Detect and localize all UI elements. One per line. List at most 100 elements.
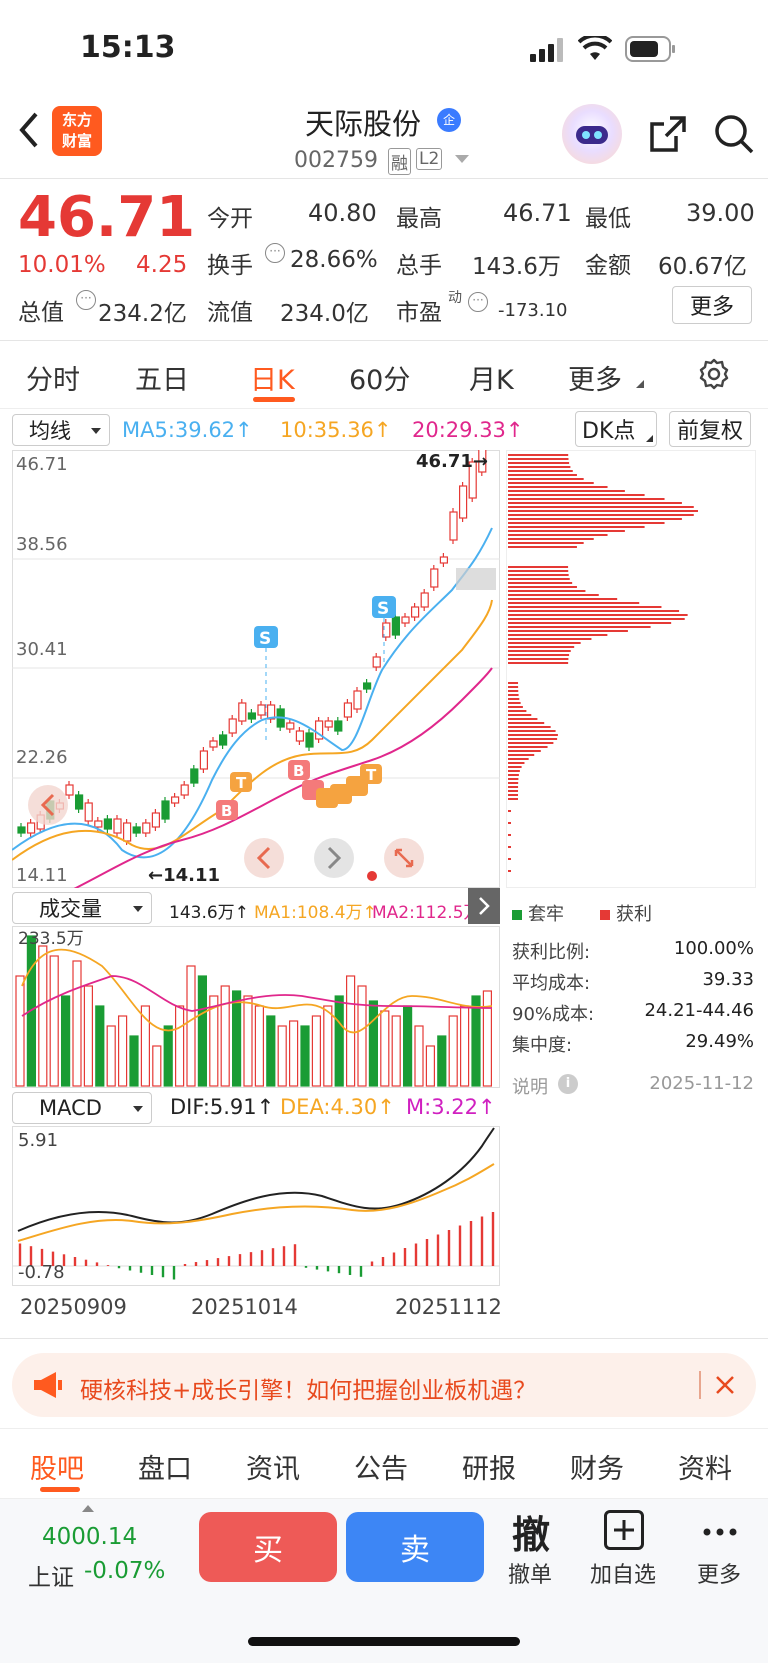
add-watchlist-icon[interactable]: [604, 1510, 644, 1550]
settings-icon[interactable]: [696, 356, 732, 392]
add-watchlist-label[interactable]: 加自选: [590, 1557, 656, 1589]
volume-chart[interactable]: 233.5万: [12, 926, 500, 1088]
banner-separator: [699, 1371, 701, 1399]
chip-distribution[interactable]: [506, 450, 756, 888]
date-label-mid: 20251014: [191, 1295, 298, 1319]
app-logo[interactable]: 东方 财富: [52, 106, 102, 156]
tab-60min[interactable]: 60分: [349, 358, 410, 397]
pe-info-icon[interactable]: ···: [468, 292, 488, 312]
promo-banner-text[interactable]: 硬核科技+成长引擎！如何把握创业板机遇？: [80, 1371, 536, 1405]
chip-bar: [508, 502, 682, 504]
chip-bar: [508, 510, 698, 512]
stock-name[interactable]: 天际股份: [305, 101, 421, 143]
tab-financials[interactable]: 财务: [570, 1447, 624, 1486]
chip-bar: [508, 702, 521, 704]
date-label-end: 20251112: [395, 1295, 502, 1319]
tabs-divider: [0, 408, 768, 409]
chip-bar: [508, 602, 640, 604]
code-dropdown-icon[interactable]: [455, 155, 469, 163]
logo-line2: 财富: [61, 132, 92, 150]
margin-tag: 融: [388, 148, 411, 175]
chip-bar: [508, 726, 551, 728]
legend-trapped: 套牢: [512, 900, 564, 926]
chip-bar: [508, 734, 558, 736]
adjust-price-button[interactable]: 前复权: [669, 411, 751, 447]
chip-bar: [508, 538, 594, 540]
chip-note-label[interactable]: 说明: [512, 1073, 548, 1099]
chip-bar: [508, 730, 556, 732]
tab-pankou[interactable]: 盘口: [138, 1447, 192, 1486]
chip-bar: [508, 846, 511, 848]
volume-selector[interactable]: 成交量: [12, 892, 152, 924]
candle: [238, 699, 247, 725]
macd-selector[interactable]: MACD: [12, 1092, 152, 1124]
expand-panel-icon[interactable]: [468, 888, 500, 924]
current-price-band: [456, 568, 496, 590]
sell-button[interactable]: 卖: [346, 1512, 484, 1582]
volume-bar: [232, 990, 242, 1087]
tab-profile[interactable]: 资料: [678, 1447, 732, 1486]
macd-dea: DEA:4.30↑: [280, 1095, 395, 1119]
legend-profit-label: 获利: [616, 904, 652, 925]
legend-profit: 获利: [600, 900, 652, 926]
volume-selector-label: 成交量: [39, 897, 102, 921]
volume-bar: [254, 1005, 264, 1087]
y-label-bottom: 14.11: [16, 865, 68, 886]
more-label[interactable]: 更多: [697, 1557, 741, 1589]
volume-bar: [163, 1025, 173, 1087]
chip-bar: [508, 710, 527, 712]
close-icon[interactable]: [710, 1370, 740, 1400]
macd-chart[interactable]: 5.91 -0.78: [12, 1126, 500, 1286]
pe-value: -173.10: [498, 300, 568, 321]
more-dots-icon[interactable]: [702, 1522, 738, 1536]
back-icon[interactable]: [14, 110, 44, 150]
tab-monthly-k[interactable]: 月K: [469, 358, 514, 397]
kline-chart[interactable]: 46.71 38.56 30.41 22.26 14.11 46.71→ ←14…: [12, 450, 500, 888]
tab-active-underline: [253, 397, 295, 402]
chip-bar: [508, 714, 532, 716]
low-value: 39.00: [686, 199, 755, 227]
volume-bar: [83, 985, 94, 1087]
tab-more[interactable]: 更多: [568, 358, 622, 397]
search-icon[interactable]: [712, 112, 756, 156]
amount-label: 金额: [585, 253, 631, 279]
candle: [353, 687, 362, 713]
volume-bar: [311, 1015, 321, 1087]
volume-bar: [277, 1025, 287, 1087]
wifi-icon: [577, 33, 613, 62]
volume-bar: [106, 1025, 116, 1087]
tab-news[interactable]: 资讯: [246, 1447, 300, 1486]
tab-research[interactable]: 研报: [462, 1447, 516, 1486]
chip-bar: [508, 570, 569, 572]
chip-stat-2-label: 90%成本:: [512, 1004, 595, 1025]
tab-daily-k[interactable]: 日K: [250, 358, 295, 397]
chip-bar: [508, 718, 538, 720]
tab-five-day[interactable]: 五日: [135, 358, 189, 397]
tab-intraday[interactable]: 分时: [26, 358, 80, 397]
tab-announcements[interactable]: 公告: [354, 1447, 408, 1486]
chip-bar: [508, 654, 570, 656]
chip-bar: [508, 750, 541, 752]
chip-bar: [508, 646, 575, 648]
mktcap-info-icon[interactable]: ···: [76, 290, 96, 310]
volume-bar: [289, 1020, 299, 1087]
cancel-order-icon[interactable]: 撤: [512, 1504, 550, 1559]
more-quote-button[interactable]: 更多: [672, 286, 752, 324]
volume-bar: [175, 1005, 185, 1087]
info-icon[interactable]: i: [558, 1074, 578, 1094]
share-icon[interactable]: [646, 112, 690, 156]
assistant-robot-icon[interactable]: [562, 104, 622, 164]
tab-guba[interactable]: 股吧: [30, 1447, 84, 1486]
buy-button[interactable]: 买: [199, 1512, 337, 1582]
ma-selector[interactable]: 均线: [12, 414, 110, 446]
high-value: 46.71: [503, 199, 572, 227]
mktcap-label: 总值: [18, 300, 64, 326]
turnover-info-icon[interactable]: ···: [265, 243, 285, 263]
index-value[interactable]: 4000.14: [42, 1524, 137, 1550]
dk-point-button[interactable]: DK点: [575, 411, 657, 447]
volume-value: 143.6万↑: [169, 903, 249, 923]
low-marker-text: ←14.11: [148, 865, 220, 886]
chip-bar: [508, 522, 665, 524]
cancel-order-label[interactable]: 撤单: [508, 1557, 552, 1589]
open-value: 40.80: [308, 199, 377, 227]
